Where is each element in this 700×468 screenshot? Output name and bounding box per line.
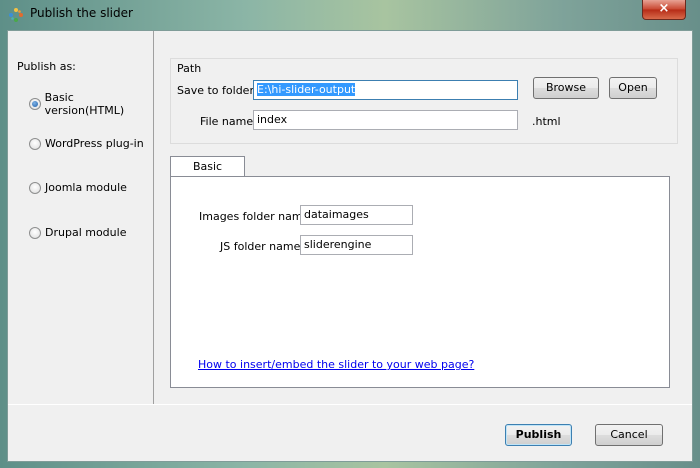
footer-divider	[8, 404, 692, 405]
radio-label[interactable]: Basic version(HTML)	[45, 91, 153, 117]
radio-label[interactable]: Joomla module	[45, 181, 127, 194]
radio-drupal[interactable]: Drupal module	[29, 226, 126, 239]
radio-button[interactable]	[29, 181, 41, 194]
file-name-input[interactable]: index	[253, 110, 518, 130]
js-folder-label: JS folder name:	[220, 240, 305, 253]
help-embed-link[interactable]: How to insert/embed the slider to your w…	[198, 358, 474, 371]
file-extension: .html	[532, 115, 561, 128]
dialog-window: Publish the slider × Publish as: Basic v…	[0, 0, 700, 468]
window-title: Publish the slider	[30, 6, 133, 20]
close-button[interactable]: ×	[642, 0, 686, 20]
basic-options-panel: Images folder name: dataimages JS folder…	[170, 176, 670, 388]
browse-button[interactable]: Browse	[533, 77, 599, 99]
save-folder-input[interactable]: E:\hi-slider-output	[253, 80, 518, 100]
radio-joomla[interactable]: Joomla module	[29, 181, 127, 194]
file-name-label: File name:	[200, 115, 257, 128]
cancel-button[interactable]: Cancel	[595, 424, 663, 446]
radio-wordpress[interactable]: WordPress plug-in	[29, 137, 144, 150]
save-folder-label: Save to folder:	[177, 84, 258, 97]
path-group	[170, 58, 678, 144]
radio-button[interactable]	[29, 137, 41, 150]
tab-basic-options[interactable]: Basic Options	[170, 156, 245, 193]
publish-button[interactable]: Publish	[505, 424, 572, 446]
radio-button[interactable]	[29, 226, 41, 239]
title-bar[interactable]: Publish the slider ×	[0, 0, 700, 30]
save-folder-value[interactable]: E:\hi-slider-output	[257, 83, 356, 96]
open-button[interactable]: Open	[609, 77, 657, 99]
radio-label[interactable]: WordPress plug-in	[45, 137, 144, 150]
path-caption: Path	[177, 62, 202, 75]
publish-as-panel: Publish as: Basic version(HTML) WordPres…	[8, 31, 154, 404]
radio-button[interactable]	[29, 98, 41, 110]
app-logo-icon	[9, 8, 23, 22]
close-icon: ×	[658, 1, 670, 16]
publish-as-label: Publish as:	[17, 60, 76, 73]
js-folder-input[interactable]: sliderengine	[300, 235, 413, 255]
images-folder-label: Images folder name:	[199, 210, 314, 223]
dialog-client-area: Publish as: Basic version(HTML) WordPres…	[7, 30, 693, 462]
images-folder-input[interactable]: dataimages	[300, 205, 413, 225]
radio-basic-html[interactable]: Basic version(HTML)	[29, 91, 153, 117]
radio-label[interactable]: Drupal module	[45, 226, 126, 239]
